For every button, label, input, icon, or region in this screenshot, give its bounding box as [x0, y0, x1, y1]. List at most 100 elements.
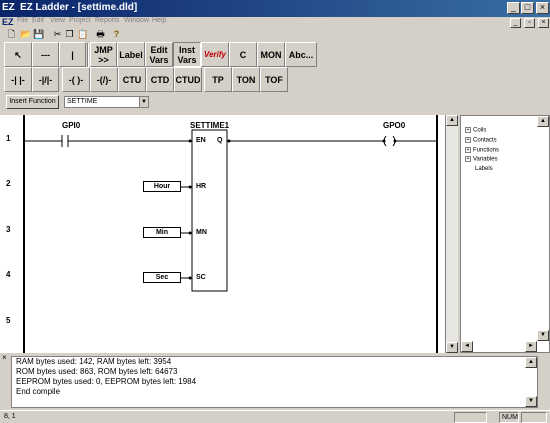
- block-output-q: Q: [217, 137, 223, 144]
- block-input-en: EN: [196, 137, 206, 144]
- save-icon[interactable]: 💾: [33, 29, 44, 40]
- open-folder-icon[interactable]: 📂: [20, 29, 31, 40]
- maximize-button[interactable]: □: [521, 2, 534, 14]
- comment-label: Abc...: [288, 49, 314, 60]
- mdi-close-button[interactable]: ×: [538, 18, 549, 28]
- inverted-coil-label: -(/)-: [96, 74, 112, 85]
- ladder-vertical-scrollbar[interactable]: ▲ ▼: [446, 115, 458, 353]
- close-button[interactable]: ×: [536, 2, 549, 14]
- menu-edit[interactable]: Edit: [32, 17, 44, 24]
- variable-box-sec[interactable]: Sec: [143, 272, 181, 283]
- inst-vars-button[interactable]: Inst Vars: [173, 42, 201, 67]
- ctu-button[interactable]: CTU: [118, 67, 146, 92]
- menu-reports[interactable]: Reports: [95, 17, 120, 24]
- inverted-coil-button[interactable]: -(/)-: [90, 67, 118, 92]
- block-input-hr: HR: [196, 183, 207, 190]
- block-input-sc: SC: [196, 274, 206, 281]
- expand-icon[interactable]: +: [465, 156, 471, 162]
- mdi-restore-button[interactable]: ▫: [524, 18, 535, 28]
- vertical-wire-button[interactable]: |: [59, 42, 86, 67]
- function-select[interactable]: SETTIME ▼: [64, 96, 149, 108]
- tree-item-functions[interactable]: + Functions: [465, 147, 499, 154]
- tof-button[interactable]: TOF: [260, 67, 288, 92]
- print-icon[interactable]: 🖶: [95, 29, 106, 40]
- rung-number: 5: [6, 316, 11, 325]
- tp-button[interactable]: TP: [204, 67, 232, 92]
- close-icon[interactable]: ×: [2, 353, 7, 362]
- title-bar: EZ EZ Ladder - [settime.dld] _ □ ×: [0, 0, 550, 17]
- new-file-icon[interactable]: 🗋: [6, 29, 17, 40]
- rung-number: 1: [6, 134, 11, 143]
- ladder-diagram[interactable]: 1 2 3 4 5 GPI0 SETTIME1 GPO0 EN Q HR MN …: [0, 115, 446, 353]
- tree-scroll-left-icon[interactable]: ◄: [461, 341, 473, 352]
- help-icon[interactable]: ?: [111, 29, 122, 40]
- expand-icon[interactable]: +: [465, 127, 471, 133]
- ton-button[interactable]: TON: [232, 67, 260, 92]
- select-tool-button[interactable]: ↖: [4, 42, 32, 67]
- minimize-button[interactable]: _: [507, 2, 520, 14]
- status-extra-panel: [521, 412, 547, 423]
- jump-button[interactable]: JMP >>: [90, 42, 117, 67]
- function-select-value: SETTIME: [67, 98, 98, 105]
- ctud-label: CTUD: [175, 74, 201, 85]
- paste-icon[interactable]: 📋: [77, 29, 88, 40]
- variable-box-hour[interactable]: Hour: [143, 181, 181, 192]
- no-contact-button[interactable]: -| |-: [4, 67, 32, 92]
- nc-contact-button[interactable]: -|/|-: [32, 67, 59, 92]
- comment-button[interactable]: Abc...: [285, 42, 317, 67]
- tof-label: TOF: [265, 74, 283, 85]
- status-blank-panel: [454, 412, 487, 423]
- tree-scroll-right-icon[interactable]: ►: [525, 341, 537, 352]
- insert-function-button[interactable]: Insert Function: [6, 95, 59, 109]
- app-logo: EZ: [2, 2, 15, 13]
- tree-scroll-up-icon[interactable]: ▲: [537, 116, 549, 127]
- menu-file[interactable]: File: [17, 17, 28, 24]
- tree-item-label: Variables: [473, 156, 498, 163]
- num-lock-indicator: NUM: [499, 412, 519, 423]
- menu-window[interactable]: Window: [124, 17, 149, 24]
- cut-icon[interactable]: ✂: [52, 29, 63, 40]
- expand-icon[interactable]: +: [465, 147, 471, 153]
- output-panel: × RAM bytes used: 142, RAM bytes left: 3…: [0, 353, 550, 410]
- tree-scroll-down-icon[interactable]: ▼: [537, 330, 549, 341]
- mdi-minimize-button[interactable]: _: [510, 18, 521, 28]
- tree-item-labels[interactable]: Labels: [475, 166, 493, 172]
- edit-vars-button[interactable]: Edit Vars: [145, 42, 173, 67]
- tree-item-variables[interactable]: + Variables: [465, 156, 498, 163]
- output-scroll-up-icon[interactable]: ▲: [525, 357, 537, 368]
- tree-item-label: Coils: [473, 127, 487, 134]
- scroll-down-icon[interactable]: ▼: [446, 342, 458, 353]
- tp-label: TP: [212, 74, 224, 85]
- label-button[interactable]: Label: [117, 42, 145, 67]
- jump-label: JMP >>: [94, 44, 113, 65]
- ctud-button[interactable]: CTUD: [174, 67, 202, 92]
- inst-vars-label: Inst Vars: [177, 44, 197, 65]
- coil-label: -( )-: [68, 74, 84, 85]
- expand-icon[interactable]: +: [465, 137, 471, 143]
- compile-button[interactable]: C: [229, 42, 257, 67]
- scroll-up-icon[interactable]: ▲: [446, 115, 458, 126]
- coil-button[interactable]: -( )-: [62, 67, 90, 92]
- status-bar: 8, 1 NUM: [0, 410, 550, 423]
- menu-project[interactable]: Project: [69, 17, 91, 24]
- block-input-mn: MN: [196, 229, 207, 236]
- project-tree: + Coils + Contacts + Functions + Variables L…: [460, 115, 550, 353]
- ton-label: TON: [236, 74, 256, 85]
- output-line: End compile: [16, 387, 61, 396]
- verify-button[interactable]: Verify: [201, 42, 229, 67]
- horizontal-wire-button[interactable]: ---: [32, 42, 59, 67]
- output-log[interactable]: RAM bytes used: 142, RAM bytes left: 395…: [11, 356, 538, 408]
- output-scroll-down-icon[interactable]: ▼: [525, 396, 537, 407]
- tree-item-label: Contacts: [473, 137, 497, 144]
- tree-item-contacts[interactable]: + Contacts: [465, 137, 497, 144]
- menu-help[interactable]: Help: [152, 17, 166, 24]
- tree-item-coils[interactable]: + Coils: [465, 127, 486, 134]
- variable-box-min[interactable]: Min: [143, 227, 181, 238]
- ladder-wiring: [23, 115, 438, 353]
- menu-view[interactable]: View: [50, 17, 65, 24]
- copy-icon[interactable]: ❐: [64, 29, 75, 40]
- monitor-button[interactable]: MON: [257, 42, 285, 67]
- chevron-down-icon[interactable]: ▼: [139, 97, 148, 107]
- label-label: Label: [119, 49, 143, 60]
- ctd-button[interactable]: CTD: [146, 67, 174, 92]
